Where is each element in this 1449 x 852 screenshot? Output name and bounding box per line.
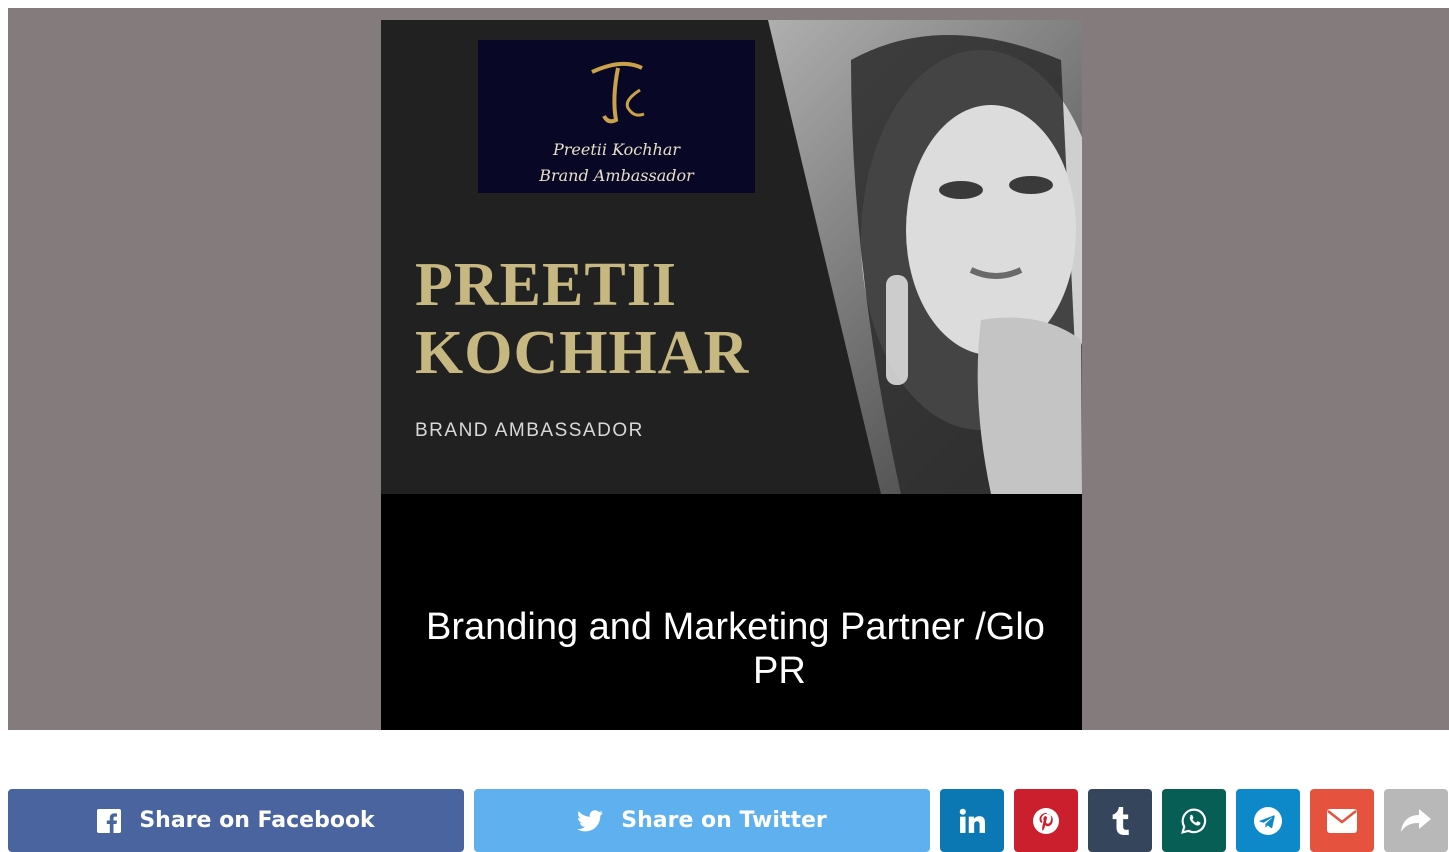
featured-image-area: Preetii Kochhar Brand Ambassador PREETII… [8,8,1449,730]
poster-name-last: KOCHHAR [415,319,750,387]
caption-band: Branding and Marketing Partner /Glo PR [381,494,1082,730]
share-facebook-button[interactable]: Share on Facebook [8,789,464,852]
caption-line-2: PR [753,650,806,692]
share-telegram-button[interactable] [1236,789,1300,852]
share-whatsapp-button[interactable] [1162,789,1226,852]
share-facebook-label: Share on Facebook [139,808,375,833]
poster-role: BRAND AMBASSADOR [415,420,644,441]
pinterest-icon [1033,807,1059,834]
share-bar: Share on Facebook Share on Twitter [0,789,1449,852]
poster-image: Preetii Kochhar Brand Ambassador PREETII… [381,20,1082,730]
twitter-icon [577,809,604,832]
logo-text-title: Brand Ambassador [539,166,694,185]
share-icon [1401,808,1431,833]
telegram-icon [1254,806,1282,835]
caption-line-1: Branding and Marketing Partner /Glo [426,606,1045,648]
share-tumblr-button[interactable] [1088,789,1152,852]
share-twitter-button[interactable]: Share on Twitter [474,789,930,852]
share-linkedin-button[interactable] [940,789,1004,852]
poster-name-first: PREETII [415,251,677,319]
facebook-icon [97,808,122,833]
logo-box: Preetii Kochhar Brand Ambassador [478,40,755,193]
whatsapp-icon [1181,808,1207,834]
logo-text-name: Preetii Kochhar [552,140,680,159]
email-icon [1327,808,1357,833]
share-more-button[interactable] [1384,789,1448,852]
linkedin-icon [959,808,985,834]
share-twitter-label: Share on Twitter [621,808,827,833]
share-email-button[interactable] [1310,789,1374,852]
share-pinterest-button[interactable] [1014,789,1078,852]
tumblr-icon [1110,806,1130,835]
monogram-logo [591,61,645,124]
